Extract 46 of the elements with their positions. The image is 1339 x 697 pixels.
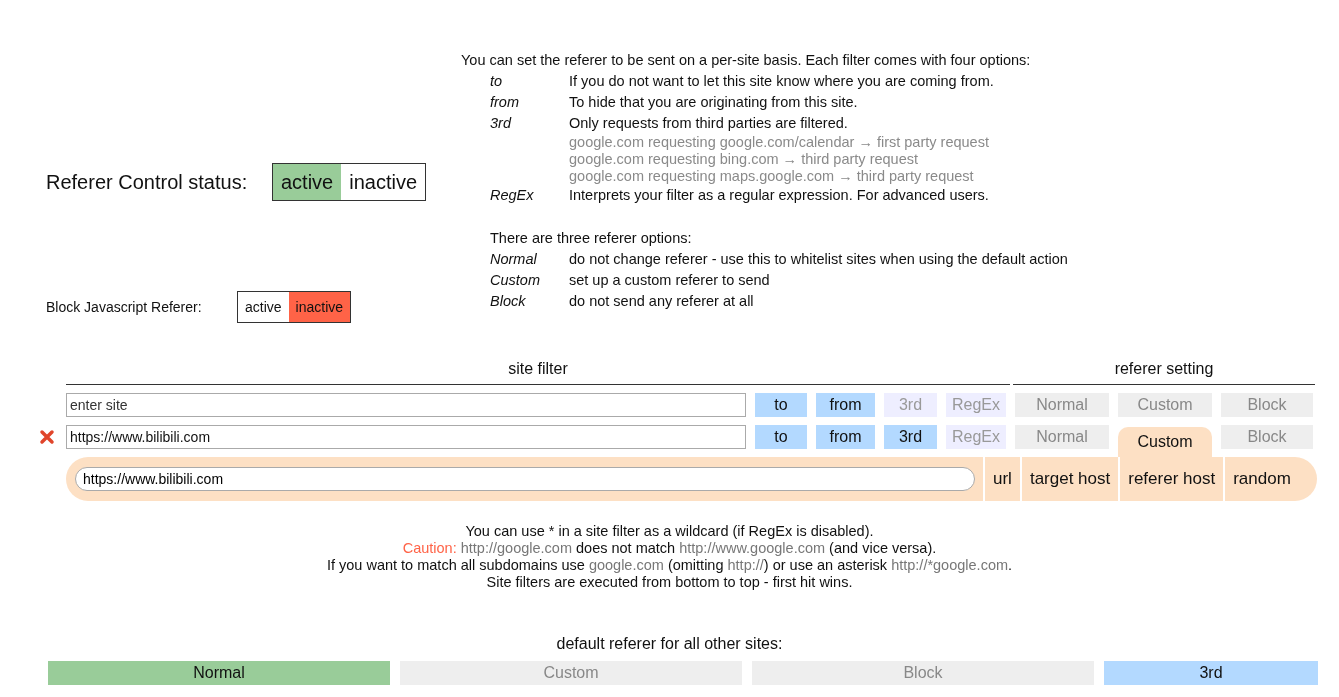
option-term: RegEx [490, 186, 535, 205]
option-term: Block [490, 292, 527, 311]
toggle-label: Block Javascript Referer: [46, 299, 203, 315]
filter-toggle[interactable]: from [816, 425, 875, 449]
option-term: from [490, 93, 520, 112]
example-text: google.com requesting maps.google.com → third party request [569, 168, 975, 185]
toggle-label: Referer Control status: [46, 170, 249, 194]
toggle-option[interactable]: active [273, 164, 342, 200]
option-description: do not send any referer at all [569, 292, 755, 311]
option-term: Normal [490, 250, 538, 269]
help-text: You can set the referer to be sent on a per-site basis. Each filter comes with four options: [461, 51, 1032, 70]
filter-toggle[interactable]: to [755, 393, 807, 417]
referer-tab[interactable]: Custom [1118, 427, 1212, 457]
option-term: Custom [490, 271, 541, 290]
note-text: You can use * in a site filter as a wildcard (if RegEx is disabled). [464, 523, 875, 540]
filter-toggle[interactable]: 3rd [884, 425, 937, 449]
column-header: referer setting [1013, 360, 1315, 385]
option-description: set up a custom referer to send [569, 271, 771, 290]
filter-toggle[interactable]: from [816, 393, 875, 417]
section-title: default referer for all other sites: [555, 635, 784, 653]
filter-toggle[interactable]: 3rd [1104, 661, 1318, 685]
site-input[interactable]: https://www.bilibili.com [66, 425, 746, 449]
default-referer-option[interactable]: Normal [48, 661, 390, 685]
option-term: to [490, 72, 504, 91]
help-text: There are three referer options: [490, 229, 693, 248]
option-description: If you do not want to let this site know where you are coming from. [569, 72, 995, 91]
toggle-option[interactable]: inactive [288, 292, 351, 322]
option-term: 3rd [490, 114, 513, 133]
filter-toggle[interactable]: to [755, 425, 807, 449]
custom-referer-input[interactable]: https://www.bilibili.com [75, 467, 975, 491]
note-text: Site filters are executed from bottom to top - first hit wins. [485, 574, 854, 591]
example-text: google.com requesting bing.com → third party request [569, 151, 919, 168]
site-input[interactable]: enter site [66, 393, 746, 417]
option-description: do not change referer - use this to whitelist sites when using the default action [569, 250, 1068, 269]
remove-icon[interactable] [39, 429, 55, 445]
column-header: site filter [66, 360, 1010, 385]
option-description: Interprets your filter as a regular expression. For advanced users. [569, 186, 990, 205]
insert-button[interactable]: url [983, 457, 1020, 501]
option-description: Only requests from third parties are filtered. [569, 114, 849, 133]
example-text: google.com requesting google.com/calendar → first party request [569, 134, 990, 151]
option-description: To hide that you are originating from this site. [569, 93, 859, 112]
note-text: If you want to match all subdomains use google.com (omitting http://) or use an asterisk http://*google.com. [325, 557, 1014, 574]
note-text: Caution: http://google.com does not match http://www.google.com (and vice versa). [401, 540, 938, 557]
insert-button[interactable]: random [1223, 457, 1299, 501]
insert-button[interactable]: referer host [1118, 457, 1224, 501]
insert-button[interactable]: target host [1019, 457, 1119, 501]
